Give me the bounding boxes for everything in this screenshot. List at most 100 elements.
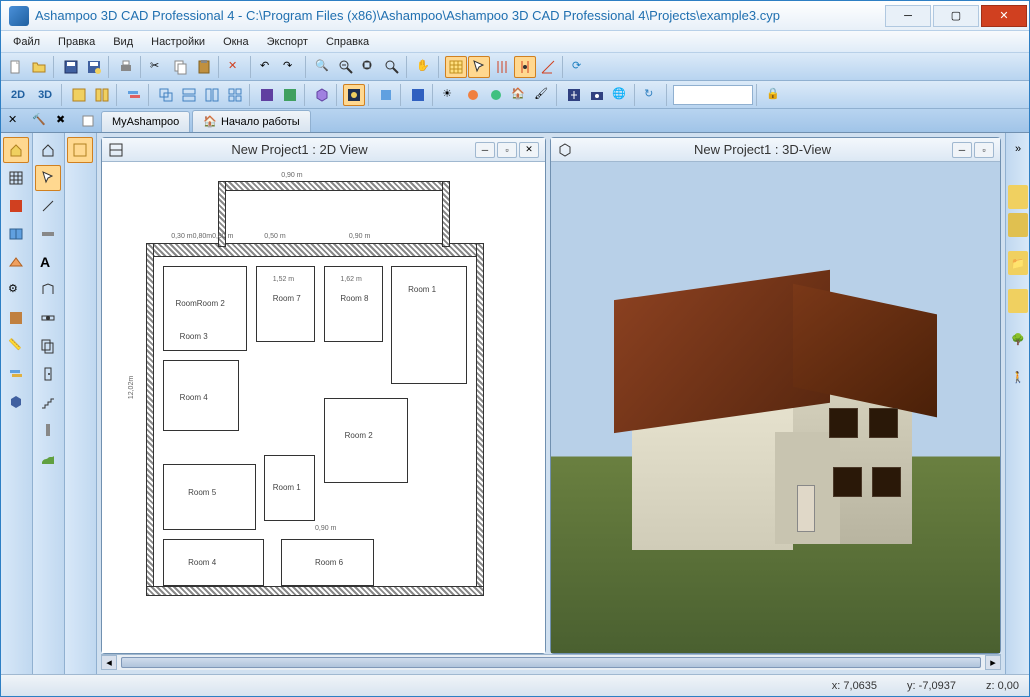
3d-wall-icon[interactable] [35, 277, 61, 303]
close-button[interactable]: ✕ [981, 5, 1027, 27]
copy-icon[interactable] [170, 56, 192, 78]
terrain-tool-icon[interactable] [35, 445, 61, 471]
layers-icon[interactable] [123, 84, 145, 106]
view-close-icon[interactable]: ✕ [519, 142, 539, 158]
select-house-icon[interactable] [35, 137, 61, 163]
new-file-icon[interactable] [5, 56, 27, 78]
texture-tab-icon[interactable] [1008, 213, 1028, 237]
menu-edit[interactable]: Правка [50, 34, 103, 50]
scroll-thumb[interactable] [121, 657, 981, 668]
cursor-icon[interactable] [468, 56, 490, 78]
paste-icon[interactable] [193, 56, 215, 78]
minimize-button[interactable]: ─ [885, 5, 931, 27]
grid-tool-icon[interactable] [3, 165, 29, 191]
snap-point-icon[interactable] [514, 56, 536, 78]
measure-tool-icon[interactable]: 📏 [3, 333, 29, 359]
home-icon[interactable]: 🏠 [508, 84, 530, 106]
tool-a-icon[interactable] [462, 84, 484, 106]
menu-windows[interactable]: Окна [215, 34, 257, 50]
snap-vertical-icon[interactable] [491, 56, 513, 78]
window-grid-icon[interactable] [224, 84, 246, 106]
prop-icon[interactable] [77, 110, 99, 132]
zoom-window-icon[interactable] [381, 56, 403, 78]
lock-icon[interactable]: 🔒 [763, 84, 785, 106]
line-tool-icon[interactable] [35, 193, 61, 219]
edit-wall-icon[interactable] [35, 305, 61, 331]
tab-myashampoo[interactable]: MyAshampoo [101, 111, 190, 132]
stairs-tool-icon[interactable] [35, 389, 61, 415]
object-tab-icon[interactable] [1008, 289, 1028, 313]
scroll-right-icon[interactable]: ▸ [985, 655, 1001, 670]
brush-icon[interactable]: 🖌 [531, 84, 553, 106]
open-file-icon[interactable] [28, 56, 50, 78]
column-tool-icon[interactable] [35, 417, 61, 443]
cube-icon[interactable] [311, 84, 333, 106]
roof-tool-icon[interactable] [3, 249, 29, 275]
canvas-2d[interactable]: RoomRoom 2 Room 7 Room 8 Room 1 Room 3 R… [102, 162, 545, 653]
color-icon[interactable] [407, 84, 429, 106]
shader-icon[interactable] [343, 84, 365, 106]
horizontal-scrollbar[interactable]: ◂ ▸ [101, 654, 1001, 670]
maximize-button[interactable]: ▢ [933, 5, 979, 27]
zoom-out-icon[interactable] [335, 56, 357, 78]
folder-tab-icon[interactable]: 📁 [1008, 251, 1028, 275]
hammer-icon[interactable]: 🔨 [29, 110, 51, 132]
view-restore-icon[interactable]: ▫ [497, 142, 517, 158]
texture-tool-icon[interactable] [3, 305, 29, 331]
wall-tool-icon[interactable] [3, 193, 29, 219]
zoom-fit-icon[interactable] [358, 56, 380, 78]
menu-export[interactable]: Экспорт [259, 34, 316, 50]
material-tab-icon[interactable] [1008, 185, 1028, 209]
delete-icon[interactable]: ✕ [225, 56, 247, 78]
layer-combo[interactable] [673, 85, 753, 105]
view-minimize-icon[interactable]: ─ [952, 142, 972, 158]
menu-help[interactable]: Справка [318, 34, 377, 50]
save-icon[interactable] [60, 56, 82, 78]
tree-tab-icon[interactable]: 🌳 [1008, 327, 1028, 351]
view-single-icon[interactable] [68, 84, 90, 106]
layer-tool-icon[interactable] [3, 361, 29, 387]
print-icon[interactable] [115, 56, 137, 78]
window-tile-v-icon[interactable] [201, 84, 223, 106]
tools-icon[interactable]: ✕ [5, 110, 27, 132]
object-tool-icon[interactable] [3, 389, 29, 415]
view-front-icon[interactable] [375, 84, 397, 106]
sun-icon[interactable]: ☀ [439, 84, 461, 106]
pan-icon[interactable]: ✋ [413, 56, 435, 78]
render-1-icon[interactable] [256, 84, 278, 106]
cut-icon[interactable]: ✂ [147, 56, 169, 78]
tab-start[interactable]: 🏠Начало работы [192, 110, 310, 132]
view-minimize-icon[interactable]: ─ [475, 142, 495, 158]
zoom-in-icon[interactable]: 🔍 [312, 56, 334, 78]
render-2-icon[interactable] [279, 84, 301, 106]
angle-icon[interactable] [537, 56, 559, 78]
grid-icon[interactable] [445, 56, 467, 78]
walk-icon[interactable] [563, 84, 585, 106]
expand-icon[interactable]: » [1008, 137, 1028, 161]
reload-icon[interactable]: ↻ [641, 84, 663, 106]
window-tool-icon[interactable] [3, 221, 29, 247]
redo-icon[interactable]: ↷ [280, 56, 302, 78]
copy-tool-icon[interactable] [35, 333, 61, 359]
menu-view[interactable]: Вид [105, 34, 141, 50]
undo-icon[interactable]: ↶ [257, 56, 279, 78]
camera-icon[interactable] [586, 84, 608, 106]
text-tool-icon[interactable]: A [35, 249, 61, 275]
tool-b-icon[interactable] [485, 84, 507, 106]
2d-label[interactable]: 2D [5, 87, 31, 103]
arch-house-icon[interactable] [3, 137, 29, 163]
wall-draw-icon[interactable] [35, 221, 61, 247]
menu-settings[interactable]: Настройки [143, 34, 213, 50]
view-restore-icon[interactable]: ▫ [974, 142, 994, 158]
window-tile-h-icon[interactable] [178, 84, 200, 106]
scroll-left-icon[interactable]: ◂ [101, 655, 117, 670]
refresh-icon[interactable]: ⟳ [569, 56, 591, 78]
menu-file[interactable]: Файл [5, 34, 48, 50]
door-tool-icon[interactable] [35, 361, 61, 387]
3d-label[interactable]: 3D [32, 87, 58, 103]
person-tab-icon[interactable]: 🚶 [1008, 365, 1028, 389]
save-as-icon[interactable] [83, 56, 105, 78]
window-cascade-icon[interactable] [155, 84, 177, 106]
globe-icon[interactable]: 🌐 [609, 84, 631, 106]
canvas-3d[interactable] [551, 162, 1000, 653]
